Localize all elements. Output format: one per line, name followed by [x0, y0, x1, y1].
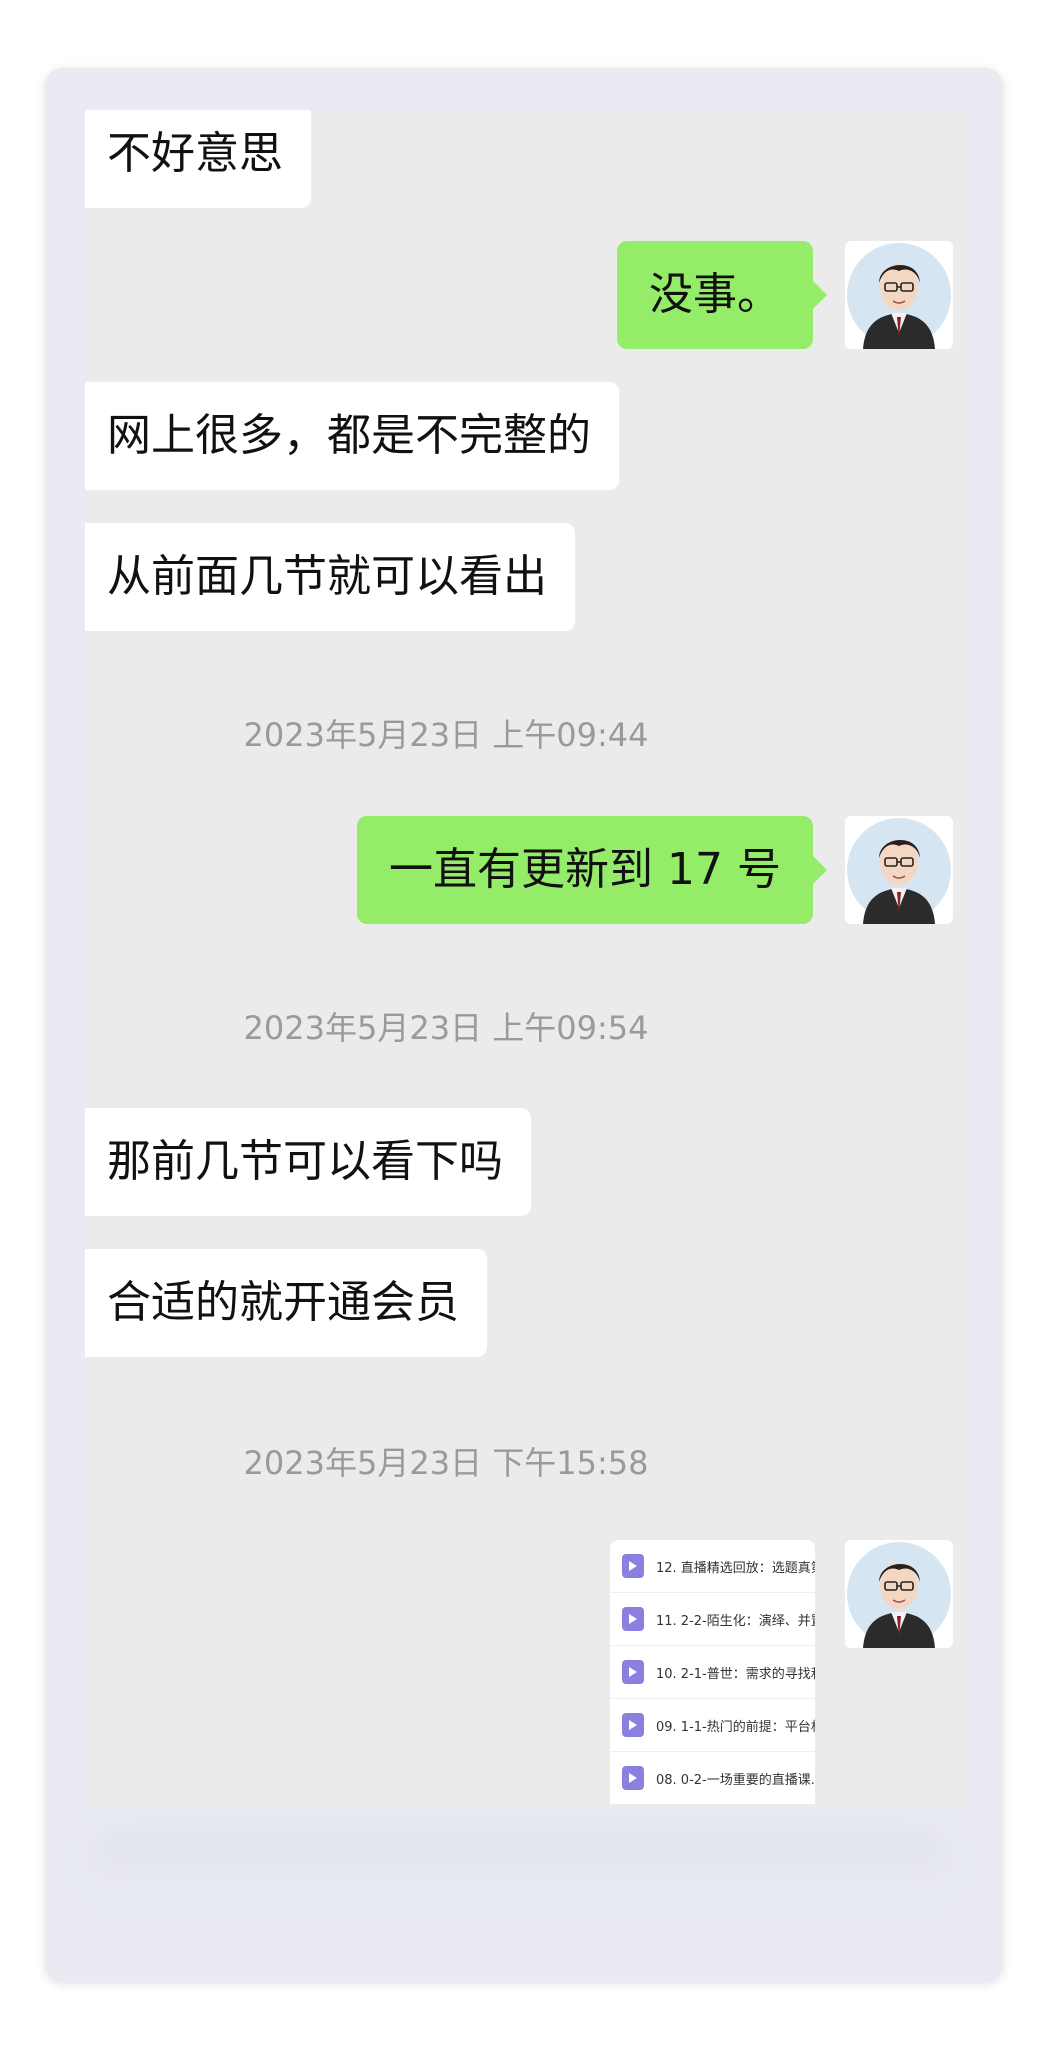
video-file-icon — [622, 1713, 644, 1737]
file-name: 08. 0-2-一场重要的直播课. mp — [656, 1772, 815, 1788]
message-text: 没事。 — [649, 269, 781, 320]
timestamp: 2023年5月23日 上午09:44 — [243, 716, 649, 754]
file-name: 10. 2-1-普世：需求的寻找和 — [656, 1666, 815, 1682]
message-text: 网上很多，都是不完整的 — [107, 410, 591, 461]
file-list-item[interactable]: 09. 1-1-热门的前提：平台机 — [610, 1699, 815, 1752]
video-file-icon — [622, 1766, 644, 1790]
chat-area[interactable]: 不好意思 没事。 网上很多，都是不完整的 从前面几节就可以看出 2023年5月2… — [85, 110, 965, 1805]
message-bubble-sent[interactable]: 没事。 — [617, 241, 827, 349]
avatar[interactable] — [845, 816, 953, 924]
message-bubble-received[interactable]: 不好意思 — [85, 110, 311, 208]
video-file-icon — [622, 1660, 644, 1684]
message-text: 一直有更新到 17 号 — [389, 844, 781, 895]
message-text: 合适的就开通会员 — [107, 1277, 459, 1328]
message-text: 从前面几节就可以看出 — [107, 551, 547, 602]
message-bubble-received[interactable]: 从前面几节就可以看出 — [85, 523, 575, 631]
file-name: 09. 1-1-热门的前提：平台机 — [656, 1719, 815, 1735]
file-list-item[interactable]: 08. 0-2-一场重要的直播课. mp — [610, 1752, 815, 1805]
frame-shadow — [90, 1830, 950, 1890]
file-name: 12. 直播精选回放：选题真第 — [656, 1560, 815, 1576]
message-bubble-received[interactable]: 那前几节可以看下吗 — [85, 1108, 531, 1216]
timestamp: 2023年5月23日 下午15:58 — [243, 1444, 649, 1482]
message-bubble-received[interactable]: 网上很多，都是不完整的 — [85, 382, 619, 490]
avatar[interactable] — [845, 241, 953, 349]
user-avatar-icon — [847, 243, 951, 349]
message-text: 不好意思 — [107, 128, 283, 179]
file-list-item[interactable]: 10. 2-1-普世：需求的寻找和 — [610, 1646, 815, 1699]
user-avatar-icon — [847, 1542, 951, 1648]
avatar[interactable] — [845, 1540, 953, 1648]
message-text: 那前几节可以看下吗 — [107, 1136, 503, 1187]
file-list-item[interactable]: 12. 直播精选回放：选题真第 — [610, 1540, 815, 1593]
file-list-screenshot[interactable]: 12. 直播精选回放：选题真第 11. 2-2-陌生化：演绎、并置 10. 2-… — [610, 1540, 815, 1805]
user-avatar-icon — [847, 818, 951, 924]
message-bubble-sent[interactable]: 一直有更新到 17 号 — [357, 816, 827, 924]
file-list-item[interactable]: 11. 2-2-陌生化：演绎、并置 — [610, 1593, 815, 1646]
file-name: 11. 2-2-陌生化：演绎、并置 — [656, 1613, 815, 1629]
message-bubble-received[interactable]: 合适的就开通会员 — [85, 1249, 487, 1357]
video-file-icon — [622, 1554, 644, 1578]
timestamp: 2023年5月23日 上午09:54 — [243, 1009, 649, 1047]
video-file-icon — [622, 1607, 644, 1631]
